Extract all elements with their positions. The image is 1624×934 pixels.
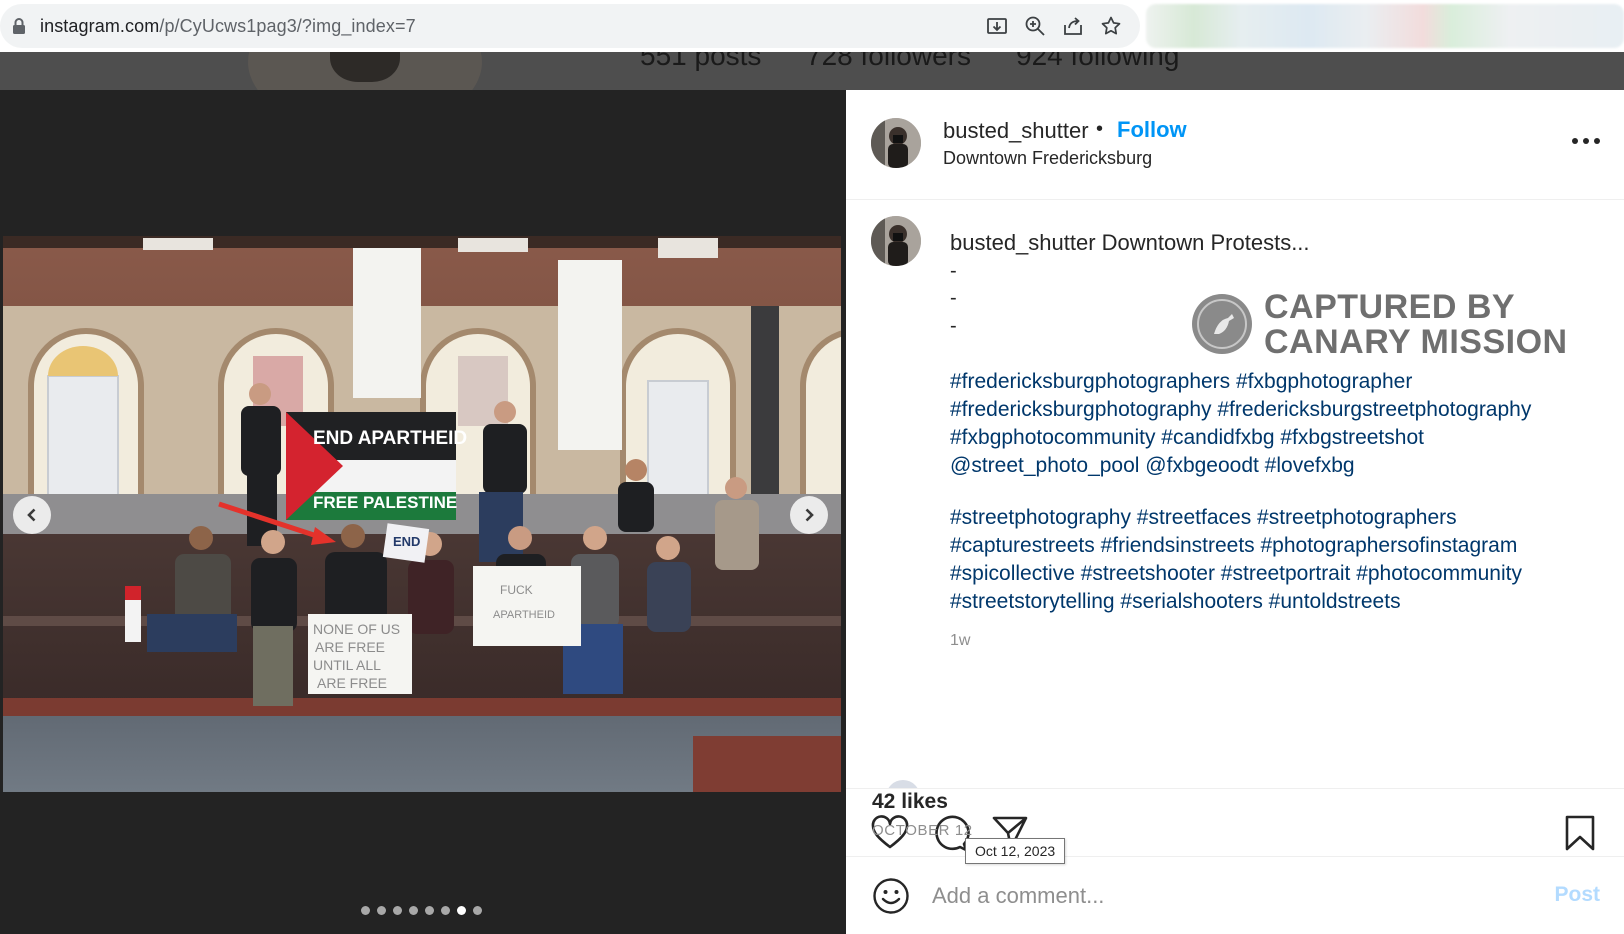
address-bar[interactable]: instagram.com/p/CyUcws1pag3/?img_index=7 — [0, 4, 1140, 48]
carousel-dot — [441, 906, 450, 915]
hashtag-line[interactable]: #fredericksburgphotography #fredericksbu… — [950, 396, 1531, 424]
caption-line: busted_shutter Downtown Protests... — [950, 230, 1310, 256]
caption-title: Downtown Protests... — [1101, 230, 1310, 255]
sign-right-line2: APARTHEID — [493, 609, 555, 621]
share-icon[interactable] — [1062, 15, 1084, 37]
hashtags-block-1: #fredericksburgphotographers #fxbgphotog… — [950, 368, 1531, 480]
carousel-dot — [393, 906, 402, 915]
media-pane: END APARTHEID FREE PALESTINE FUCK APARTH… — [0, 90, 846, 934]
caption-username[interactable]: busted_shutter — [950, 230, 1096, 255]
likes-count[interactable]: 42 likes — [872, 790, 948, 814]
watermark-line1: CAPTURED BY — [1264, 288, 1516, 326]
browser-toolbar: instagram.com/p/CyUcws1pag3/?img_index=7 — [0, 0, 1624, 52]
sign-left-line1: NONE OF US — [313, 621, 400, 637]
hashtag-line[interactable]: #fredericksburgphotographers #fxbgphotog… — [950, 368, 1531, 396]
caption-dash: - — [950, 260, 957, 282]
author-avatar-image — [871, 118, 921, 168]
carousel-dot — [473, 906, 482, 915]
carousel-dot — [377, 906, 386, 915]
carousel-dot — [361, 906, 370, 915]
sign-left-line3: UNTIL ALL — [313, 657, 381, 673]
post-photo: END APARTHEID FREE PALESTINE FUCK APARTH… — [3, 236, 841, 792]
emoji-icon[interactable] — [872, 877, 910, 915]
comment-input[interactable] — [932, 881, 1492, 911]
bookmark-star-icon[interactable] — [1100, 15, 1122, 37]
carousel-prev-button[interactable] — [13, 496, 51, 534]
protest-photo-illustration: END APARTHEID FREE PALESTINE FUCK APARTH… — [3, 236, 841, 792]
install-icon[interactable] — [986, 15, 1008, 37]
watermark-text: CAPTURED BY CANARY MISSION — [1264, 290, 1568, 360]
lock-icon[interactable] — [12, 18, 26, 34]
carousel-next-button[interactable] — [790, 496, 828, 534]
profile-following-count: 924 following — [1016, 52, 1180, 71]
banner-text-1: END APARTHEID — [313, 428, 467, 449]
carousel-dots — [361, 906, 482, 915]
hashtag-line[interactable]: #streetphotography #streetfaces #streetp… — [950, 504, 1522, 532]
url-path: /p/CyUcws1pag3/?img_index=7 — [159, 16, 416, 36]
chevron-right-icon — [805, 508, 814, 522]
hashtag-line[interactable]: #streetstorytelling #serialshooters #unt… — [950, 588, 1522, 616]
url-host: instagram.com — [40, 16, 160, 36]
hashtags-block-2: #streetphotography #streetfaces #streetp… — [950, 504, 1522, 616]
caption-time-ago[interactable]: 1w — [950, 632, 970, 650]
next-comment-avatar — [886, 780, 920, 788]
carousel-dot — [425, 906, 434, 915]
hashtag-line[interactable]: #capturestreets #friendsinstreets #photo… — [950, 532, 1522, 560]
banner-text-2: FREE PALESTINE — [313, 493, 457, 512]
hashtag-line[interactable]: @street_photo_pool @fxbgeoodt #lovefxbg — [950, 452, 1531, 480]
caption-avatar-image — [871, 216, 921, 266]
hashtag-line[interactable]: #fxbgphotocommunity #candidfxbg #fxbgstr… — [950, 424, 1531, 452]
header-separator: • — [1096, 118, 1104, 140]
caption-dash: - — [950, 287, 957, 309]
sign-small: END — [393, 534, 420, 549]
post-details-pane: busted_shutter • Follow Downtown Frederi… — [846, 90, 1624, 934]
blurred-extensions-area — [1146, 4, 1624, 48]
post-date[interactable]: OCTOBER 12 — [872, 822, 973, 839]
profile-header-background: 551 posts 728 followers 924 following — [0, 52, 1624, 90]
chevron-left-icon — [27, 508, 36, 522]
carousel-dot — [409, 906, 418, 915]
watermark-line2: CANARY MISSION — [1264, 323, 1568, 361]
save-bookmark-icon[interactable] — [1560, 813, 1600, 853]
url-text[interactable]: instagram.com/p/CyUcws1pag3/?img_index=7 — [40, 16, 416, 37]
zoom-icon[interactable] — [1024, 15, 1046, 37]
caption-area: busted_shutter Downtown Protests... - - … — [846, 200, 1624, 788]
caption-dash: - — [950, 315, 957, 337]
canary-logo-icon — [1192, 294, 1252, 354]
more-options-icon[interactable] — [1572, 138, 1600, 148]
profile-posts-count: 551 posts — [640, 52, 762, 71]
canary-mission-watermark: CAPTURED BY CANARY MISSION — [1192, 290, 1582, 360]
carousel-dot — [457, 906, 466, 915]
post-header: busted_shutter • Follow Downtown Frederi… — [846, 90, 1624, 200]
sign-right-line1: FUCK — [500, 583, 533, 597]
profile-followers-count: 728 followers — [806, 52, 971, 71]
follow-button[interactable]: Follow — [1117, 117, 1187, 143]
hashtag-line[interactable]: #spicollective #streetshooter #streetpor… — [950, 560, 1522, 588]
post-comment-button[interactable]: Post — [1554, 883, 1600, 907]
date-tooltip: Oct 12, 2023 — [965, 838, 1066, 864]
sign-left-line2: ARE FREE — [315, 639, 385, 655]
caption-avatar[interactable] — [871, 216, 921, 266]
sign-left-line4: ARE FREE — [317, 675, 387, 691]
author-avatar[interactable] — [871, 118, 921, 168]
author-username[interactable]: busted_shutter — [943, 118, 1089, 144]
add-comment-row: Post — [846, 856, 1624, 934]
post-location[interactable]: Downtown Fredericksburg — [943, 148, 1152, 169]
